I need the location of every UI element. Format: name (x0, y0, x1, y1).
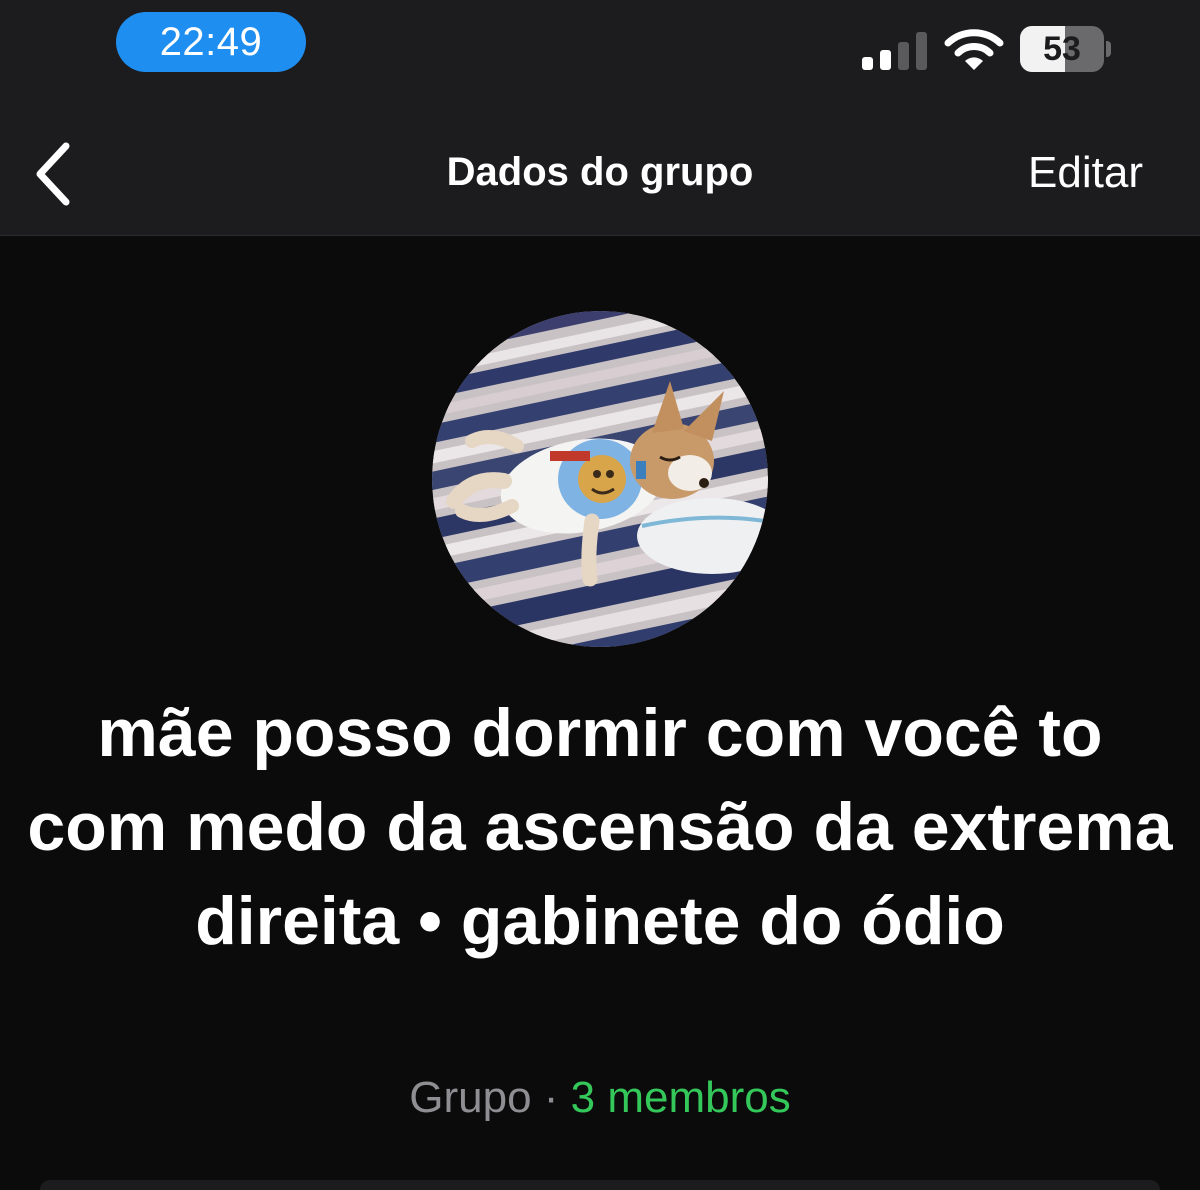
chevron-left-icon (36, 142, 70, 206)
group-name: mãe posso dormir com você to com medo da… (27, 695, 1173, 959)
page-title: Dados do grupo (446, 150, 754, 194)
cellular-signal-icon (862, 30, 928, 70)
meta-separator: · (543, 1073, 559, 1122)
wifi-icon (944, 29, 1004, 70)
battery-percent: 53 (1043, 30, 1081, 68)
status-bar: 22:49 53 (0, 0, 1200, 110)
group-meta: Grupo · 3 membros (0, 1068, 1200, 1128)
navigation-bar: Dados do grupo Editar (0, 110, 1200, 236)
group-type-label: Grupo (409, 1073, 532, 1122)
group-avatar-photo (432, 311, 768, 647)
next-section-card-edge (40, 1180, 1160, 1190)
edit-button[interactable]: Editar (1028, 110, 1143, 235)
battery-tip (1106, 41, 1111, 57)
group-avatar[interactable] (432, 311, 768, 647)
battery-icon: 53 (1020, 26, 1104, 72)
back-button[interactable] (28, 138, 84, 210)
group-info-screen: 22:49 53 Dados do grupo Editar mãe posso… (0, 0, 1200, 1190)
members-count-link[interactable]: 3 membros (571, 1073, 791, 1122)
status-time[interactable]: 22:49 (116, 12, 306, 72)
